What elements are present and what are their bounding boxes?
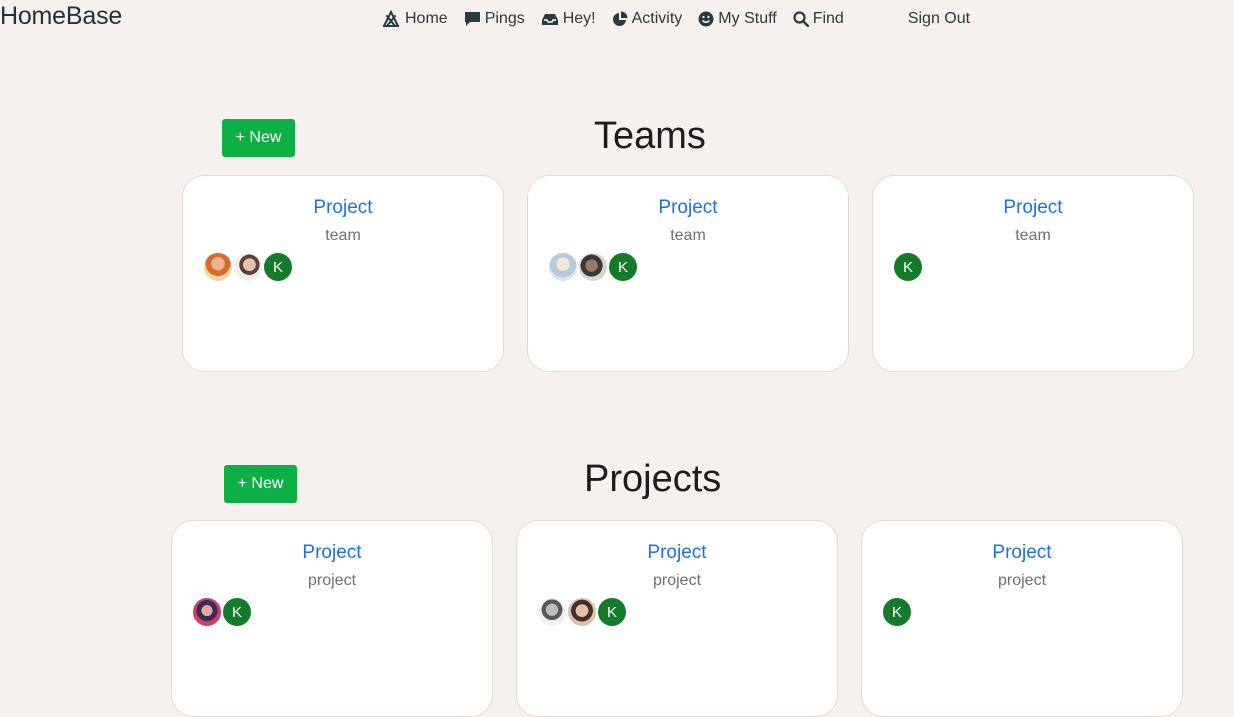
avatar[interactable]: [548, 252, 578, 282]
project-card[interactable]: Project project K: [516, 520, 838, 717]
avatar[interactable]: [192, 597, 222, 627]
avatar[interactable]: [567, 597, 597, 627]
nav-pings[interactable]: Pings: [464, 10, 525, 28]
smiley-icon: [698, 11, 714, 27]
search-icon: [793, 11, 809, 27]
member-avatars: K: [882, 597, 912, 627]
avatar-initial[interactable]: K: [882, 597, 912, 627]
avatar[interactable]: [537, 597, 567, 627]
brand-logo[interactable]: HomeBase: [0, 2, 122, 31]
card-subtitle: project: [997, 572, 1047, 589]
nav-mystuff[interactable]: My Stuff: [698, 10, 777, 28]
card-subtitle: team: [1015, 227, 1051, 244]
nav-pings-label: Pings: [484, 10, 525, 27]
avatar-initial[interactable]: K: [893, 252, 923, 282]
card-title-link[interactable]: Project: [528, 197, 848, 219]
card-title-link[interactable]: Project: [183, 197, 503, 219]
team-card[interactable]: Project team K: [182, 175, 504, 372]
member-avatars: K: [893, 252, 923, 282]
member-avatars: K: [537, 597, 627, 627]
pie-chart-icon: [612, 11, 628, 26]
nav-hey[interactable]: Hey!: [541, 10, 596, 28]
member-avatars: K: [192, 597, 252, 627]
avatar[interactable]: [233, 252, 263, 282]
avatar[interactable]: [203, 252, 233, 282]
avatar-initial[interactable]: K: [222, 597, 252, 627]
nav-find-label: Find: [812, 10, 844, 27]
nav-activity[interactable]: Activity: [612, 10, 683, 28]
nav-activity-label: Activity: [631, 10, 683, 27]
card-title-link[interactable]: Project: [517, 542, 837, 564]
card-title-link[interactable]: Project: [862, 542, 1182, 564]
nav-find[interactable]: Find: [793, 10, 844, 28]
avatar-initial[interactable]: K: [608, 252, 638, 282]
member-avatars: K: [203, 252, 293, 282]
nav-signout[interactable]: Sign Out: [908, 10, 970, 28]
card-subtitle: team: [325, 227, 361, 244]
nav-signout-label: Sign Out: [907, 10, 971, 27]
card-subtitle: project: [652, 572, 702, 589]
member-avatars: K: [548, 252, 638, 282]
avatar[interactable]: [578, 252, 608, 282]
new-project-button[interactable]: + New: [224, 465, 297, 503]
top-nav: Home Pings Hey! Activity My Stuff Find S…: [381, 10, 970, 28]
nav-mystuff-label: My Stuff: [718, 10, 777, 27]
teams-heading: Teams: [594, 115, 706, 157]
avatar-initial[interactable]: K: [263, 252, 293, 282]
project-card[interactable]: Project project K: [861, 520, 1183, 717]
nav-hey-label: Hey!: [562, 10, 596, 27]
card-subtitle: team: [670, 227, 706, 244]
projects-heading: Projects: [584, 458, 722, 500]
card-title-link[interactable]: Project: [172, 542, 492, 564]
team-card[interactable]: Project team K: [527, 175, 849, 372]
card-subtitle: project: [307, 572, 357, 589]
project-card[interactable]: Project project K: [171, 520, 493, 717]
campfire-icon: [383, 10, 399, 27]
avatar-initial[interactable]: K: [597, 597, 627, 627]
nav-home[interactable]: Home: [381, 10, 448, 28]
nav-home-label: Home: [405, 10, 448, 27]
team-card[interactable]: Project team K: [872, 175, 1194, 372]
chat-bubble-icon: [464, 12, 480, 26]
inbox-icon: [541, 14, 558, 25]
new-team-button[interactable]: + New: [222, 119, 295, 157]
card-title-link[interactable]: Project: [873, 197, 1193, 219]
